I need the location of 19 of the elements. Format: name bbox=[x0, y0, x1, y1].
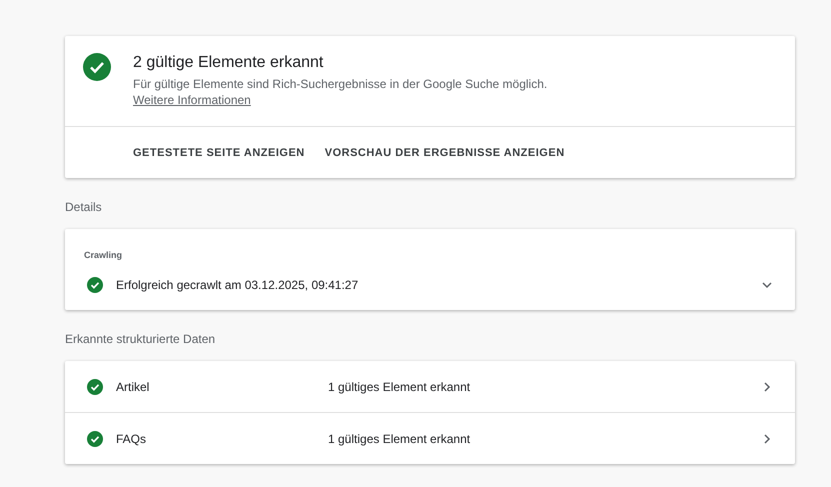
check-circle-icon bbox=[83, 53, 111, 81]
summary-title: 2 gültige Elemente erkannt bbox=[133, 53, 324, 73]
summary-description: Für gültige Elemente sind Rich-Suchergebnisse in der Google Suche möglich. bbox=[133, 77, 548, 92]
more-info-link[interactable]: Weitere Informationen bbox=[133, 92, 251, 108]
data-type-result: 1 gültiges Element erkannt bbox=[328, 432, 470, 446]
action-button[interactable]: VORSCHAU DER ERGEBNISSE ANZEIGEN bbox=[314, 140, 575, 164]
card-heading: Crawling bbox=[83, 249, 124, 260]
data-type-result: 1 gültiges Element erkannt bbox=[328, 380, 470, 394]
section-heading: Erkannte strukturierte Daten bbox=[65, 331, 216, 348]
check-circle-icon bbox=[87, 378, 103, 394]
data-type-name: Artikel bbox=[116, 380, 150, 394]
check-circle-icon bbox=[87, 277, 103, 293]
section-heading: Details bbox=[65, 199, 103, 216]
crawl-status: Erfolgreich gecrawlt am 03.12.2025, 09:41:27 bbox=[116, 278, 358, 292]
data-type-name: FAQs bbox=[116, 432, 148, 446]
action-button[interactable]: GETESTETE SEITE ANZEIGEN bbox=[123, 140, 315, 164]
check-circle-icon bbox=[87, 430, 103, 446]
data-type-row[interactable]: FAQs 1 gültiges Element erkannt bbox=[65, 412, 795, 464]
data-type-row[interactable]: Artikel 1 gültiges Element erkannt bbox=[65, 361, 795, 412]
